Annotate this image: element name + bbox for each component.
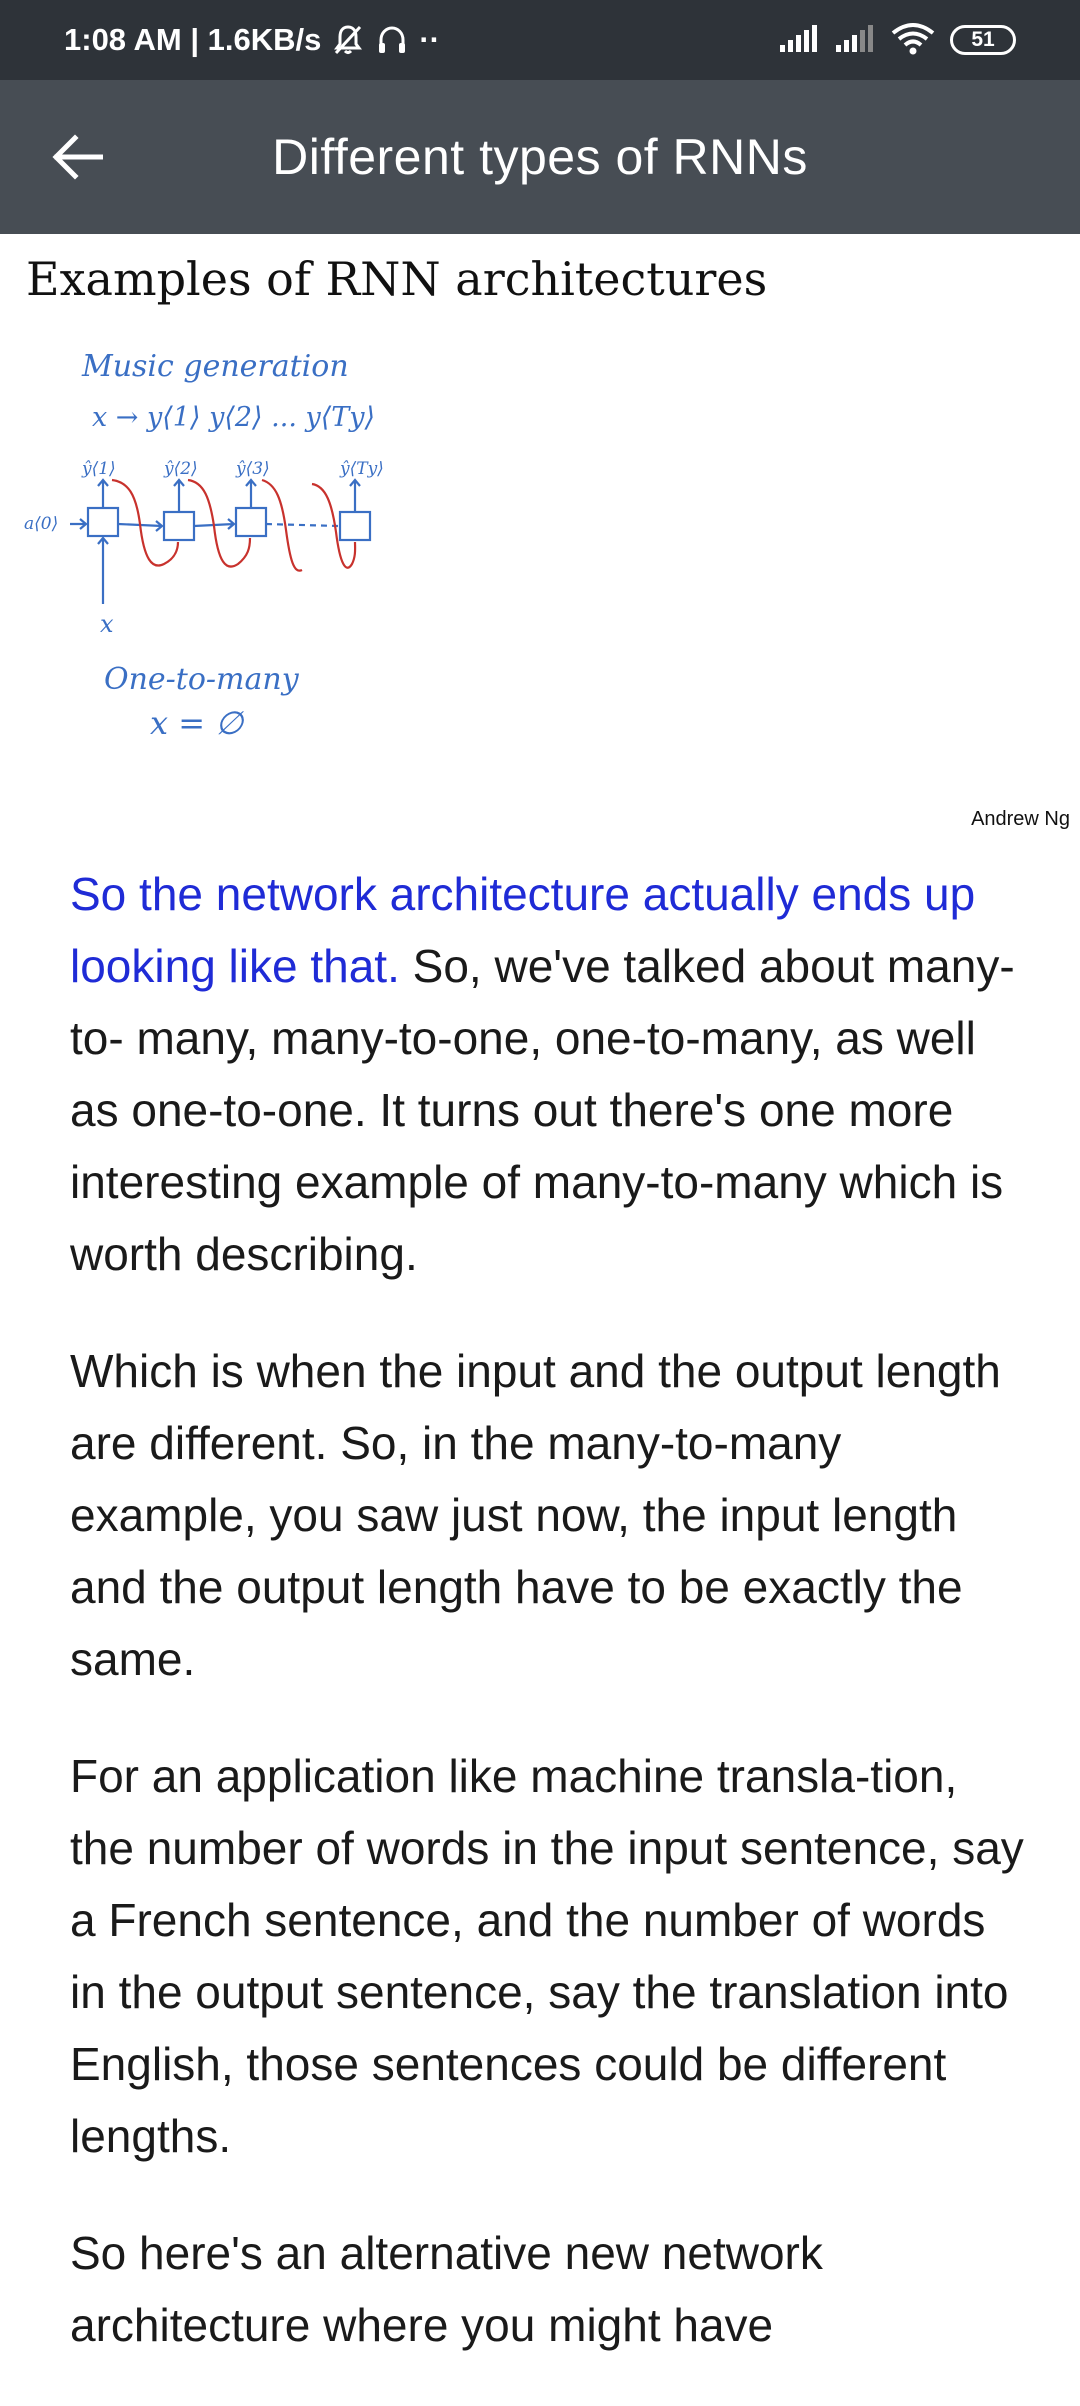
battery-icon: 51	[950, 25, 1016, 55]
headphones-icon	[375, 23, 409, 57]
transcript-paragraph[interactable]: For an application like machine transla-…	[70, 1740, 1030, 2172]
transcript-paragraph: So the network architecture actually end…	[70, 858, 1030, 1290]
sketch-empty-input: x = ∅	[150, 704, 245, 742]
sketch-formula: x → y⟨1⟩ y⟨2⟩ ... y⟨Ty⟩	[92, 402, 375, 433]
transcript: So the network architecture actually end…	[70, 858, 1030, 2406]
mute-icon	[331, 23, 365, 57]
status-right: 51	[778, 21, 1016, 60]
sketch-output-2: ŷ⟨2⟩	[163, 459, 198, 479]
lecture-slide: Examples of RNN architectures Music gene…	[0, 234, 1080, 844]
status-bar: 1:08 AM | 1.6KB/s ·· 51	[0, 0, 1080, 80]
sketch-heading: Music generation	[81, 349, 349, 384]
rnn-sketch: Music generation x → y⟨1⟩ y⟨2⟩ ... y⟨Ty⟩…	[24, 349, 384, 742]
sketch-output-1: ŷ⟨1⟩	[81, 459, 116, 479]
sketch-output-3: ŷ⟨3⟩	[235, 459, 270, 479]
more-notifications-icon: ··	[419, 22, 440, 57]
app-bar: Different types of RNNs	[0, 80, 1080, 234]
sketch-input: x	[100, 610, 114, 638]
signal-icon	[778, 23, 820, 58]
transcript-paragraph[interactable]: Which is when the input and the output l…	[70, 1335, 1030, 1695]
page-title: Different types of RNNs	[272, 129, 808, 185]
sketch-output-ty: ŷ⟨Ty⟩	[339, 459, 384, 479]
transcript-paragraph[interactable]: So here's an alternative new network arc…	[70, 2217, 1030, 2361]
status-left: 1:08 AM | 1.6KB/s ··	[64, 22, 440, 58]
signal-secondary-icon	[834, 23, 876, 58]
slide-title: Examples of RNN architectures	[26, 252, 768, 306]
slide-credit: Andrew Ng	[971, 808, 1070, 830]
status-time-speed: 1:08 AM | 1.6KB/s	[64, 22, 322, 57]
sketch-caption: One-to-many	[104, 662, 300, 697]
wifi-icon	[890, 21, 936, 60]
sketch-init-state: a⟨0⟩	[24, 514, 58, 534]
